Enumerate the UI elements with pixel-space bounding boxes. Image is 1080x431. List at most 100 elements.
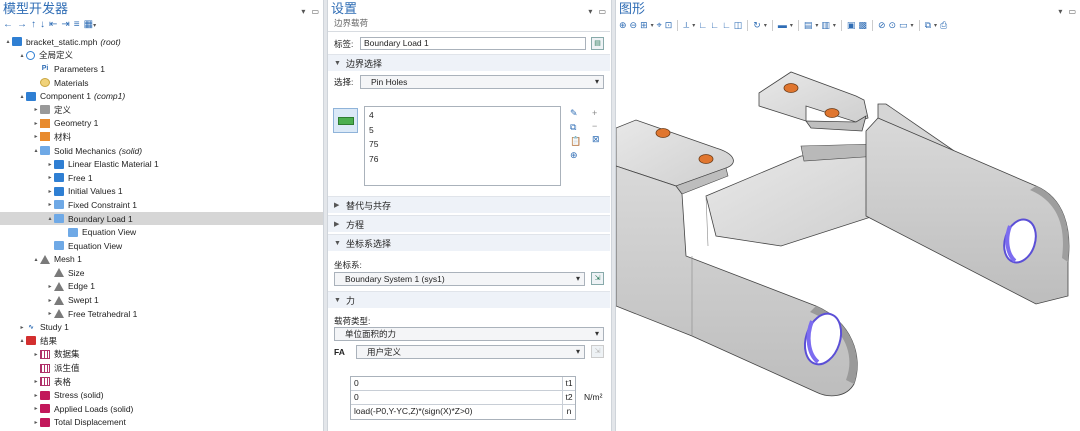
expand-caret-icon[interactable]: ▸ [32, 106, 40, 113]
collapse-icon[interactable]: ⇤ [49, 19, 57, 30]
wireframe-icon[interactable]: ⊘ [878, 20, 886, 31]
graphics-viewport[interactable] [616, 36, 1080, 431]
tree-item[interactable]: ▸ Total Displacement [0, 416, 323, 430]
tree-item[interactable]: ▸ ∿ Study 1 [0, 320, 323, 334]
paint-icon[interactable]: ✎ [570, 108, 581, 119]
tree-item[interactable]: 派生值 [0, 361, 323, 375]
scene-light-icon[interactable]: ▣ [847, 20, 856, 31]
view-zx-icon[interactable]: ∟ [722, 20, 731, 30]
section-boundary-selection[interactable]: ▼ 边界选择 [328, 54, 610, 71]
label-input[interactable]: Boundary Load 1 [360, 37, 586, 50]
axis-orientation-icon[interactable]: ⟂ [683, 20, 689, 31]
zoom-in-icon[interactable]: ⊕ [619, 20, 627, 31]
collapse-caret-icon[interactable]: ▴ [18, 337, 26, 344]
force-component-input[interactable]: load(-P0,Y-YC,Z)*(sign(X)*Z>0) [351, 405, 562, 419]
tree-item[interactable]: ▸ Swept 1 [0, 293, 323, 307]
expand-caret-icon[interactable]: ▸ [32, 405, 40, 412]
tree-item[interactable]: ▸ 数据集 [0, 348, 323, 362]
tree-item[interactable]: ▸ Geometry 1 [0, 117, 323, 131]
expand-caret-icon[interactable]: ▸ [32, 378, 40, 385]
tree-item[interactable]: ▸ Free Tetrahedral 1 [0, 307, 323, 321]
tree-item[interactable]: ▴ Component 1 (comp1) [0, 89, 323, 103]
collapse-caret-icon[interactable]: ▴ [18, 52, 26, 59]
arrow-up-icon[interactable]: ↑ [31, 19, 36, 30]
screenshot-icon[interactable]: ▭ [899, 20, 908, 31]
dropdown-icon[interactable]: ▾ [1058, 3, 1062, 20]
arrow-down-icon[interactable]: ↓ [40, 19, 45, 30]
expand-caret-icon[interactable]: ▸ [32, 419, 40, 426]
arrow-left-icon[interactable]: ← [3, 19, 13, 30]
add-icon[interactable]: + [592, 108, 600, 118]
select-boundary-icon[interactable]: ▥ [821, 20, 830, 31]
section-override[interactable]: ▶ 替代与共存 [328, 196, 610, 213]
hide-icon[interactable]: ⊙ [888, 20, 896, 31]
expand-icon[interactable]: ⇥ [61, 19, 69, 30]
view-xy-icon[interactable]: ∟ [698, 20, 707, 30]
transparency-icon[interactable]: ▩ [858, 20, 867, 31]
menu-icon[interactable]: ▦▾ [84, 19, 96, 30]
tree-item[interactable]: Pi Parameters 1 [0, 62, 323, 76]
zoom-box-icon[interactable]: ⊞ [640, 20, 648, 31]
tree-item[interactable]: ▸ 材料 [0, 130, 323, 144]
tree-item[interactable]: ▸ Fixed Constraint 1 [0, 198, 323, 212]
clear-icon[interactable]: ⊠ [592, 134, 600, 145]
tree-item[interactable]: ▴ Boundary Load 1 [0, 211, 323, 226]
maximize-icon[interactable]: ▭ [311, 3, 319, 20]
expand-caret-icon[interactable]: ▸ [32, 392, 40, 399]
zoom-to-selection-icon[interactable]: ⊕ [570, 150, 581, 161]
maximize-icon[interactable]: ▭ [598, 3, 606, 20]
arrow-right-icon[interactable]: → [17, 19, 27, 30]
paste-icon[interactable]: 📋 [570, 136, 581, 147]
selection-list-item[interactable]: 75 [369, 139, 556, 154]
coord-system-go-icon[interactable]: ⇲ [591, 272, 604, 285]
views-icon[interactable]: ⧉ [925, 20, 931, 31]
maximize-icon[interactable]: ▭ [1068, 3, 1076, 20]
tree-item[interactable]: ▸ Stress (solid) [0, 388, 323, 402]
tree-item[interactable]: ▸ Linear Elastic Material 1 [0, 157, 323, 171]
section-force[interactable]: ▼ 力 [328, 291, 610, 308]
force-component-input[interactable]: 0 [351, 377, 562, 390]
collapse-caret-icon[interactable]: ▴ [32, 256, 40, 263]
selection-list-item[interactable]: 4 [369, 110, 556, 125]
tree-item[interactable]: ▸ Initial Values 1 [0, 185, 323, 199]
tree-item[interactable]: ▸ Applied Loads (solid) [0, 402, 323, 416]
rename-icon[interactable]: ▤ [591, 37, 604, 50]
tree-item[interactable]: ▸ Edge 1 [0, 280, 323, 294]
expand-caret-icon[interactable]: ▸ [46, 310, 54, 317]
load-type-dropdown[interactable]: 单位面积的力 [334, 327, 604, 341]
expand-caret-icon[interactable]: ▸ [46, 283, 54, 290]
zoom-out-icon[interactable]: ⊖ [630, 20, 638, 31]
dropdown-icon[interactable]: ▾ [301, 3, 305, 20]
collapse-caret-icon[interactable]: ▴ [18, 93, 26, 100]
tree-item[interactable]: Materials [0, 76, 323, 90]
active-selection-toggle-icon[interactable] [333, 108, 358, 133]
expand-caret-icon[interactable]: ▸ [46, 188, 54, 195]
print-icon[interactable]: ⎙ [940, 20, 947, 31]
expand-caret-icon[interactable]: ▸ [46, 161, 54, 168]
tree-item[interactable]: ▸ Free 1 [0, 171, 323, 185]
expand-caret-icon[interactable]: ▸ [32, 120, 40, 127]
selection-list[interactable]: 4 5 75 76 [364, 106, 561, 186]
expand-caret-icon[interactable]: ▸ [18, 324, 26, 331]
coord-system-dropdown[interactable]: Boundary System 1 (sys1) [334, 271, 585, 286]
selection-list-item[interactable]: 5 [369, 125, 556, 140]
expand-caret-icon[interactable]: ▸ [32, 351, 40, 358]
collapse-caret-icon[interactable]: ▴ [32, 147, 40, 154]
zoom-extents-icon[interactable]: ⌖ [657, 20, 662, 31]
tree-item[interactable]: Equation View [0, 239, 323, 253]
tree-item[interactable]: ▴ 结果 [0, 334, 323, 348]
tree-item[interactable]: Equation View [0, 225, 323, 239]
view-3d-icon[interactable]: ◫ [734, 20, 743, 31]
tree-item[interactable]: ▴ 全局定义 [0, 49, 323, 63]
zoom-selected-icon[interactable]: ⊡ [665, 20, 673, 31]
collapse-caret-icon[interactable]: ▴ [46, 215, 54, 222]
dropdown-icon[interactable]: ▾ [588, 3, 592, 20]
force-component-input[interactable]: 0 [351, 391, 562, 404]
bracket-model[interactable] [616, 36, 1080, 431]
collapse-caret-icon[interactable]: ▴ [4, 38, 12, 45]
tree-item[interactable]: ▸ 表格 [0, 375, 323, 389]
copy-icon[interactable]: ⧉ [570, 122, 581, 133]
remove-icon[interactable]: − [592, 121, 600, 131]
section-equation[interactable]: ▶ 方程 [328, 215, 610, 232]
selection-list-item[interactable]: 76 [369, 154, 556, 169]
